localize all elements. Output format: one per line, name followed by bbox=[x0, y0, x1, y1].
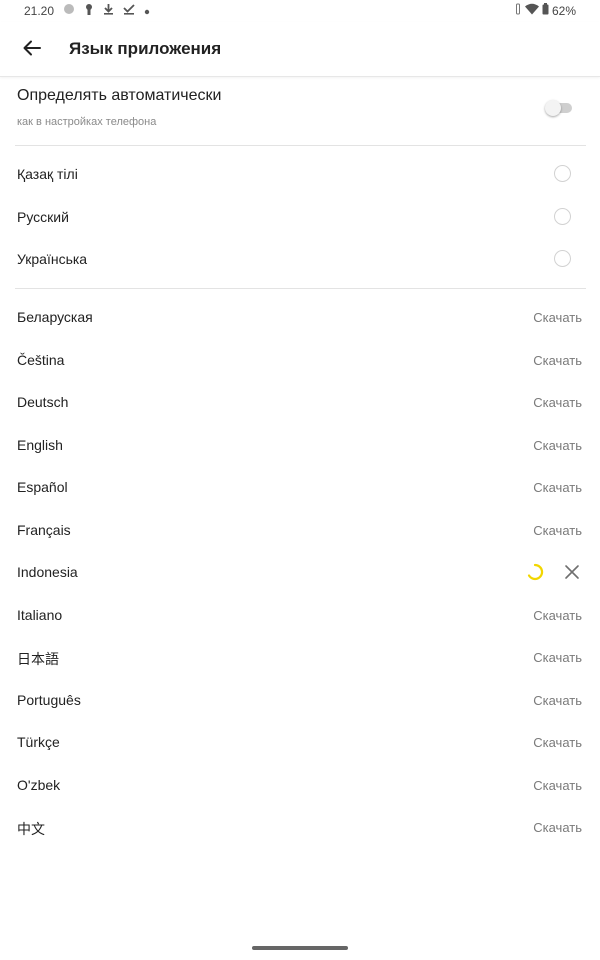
language-row[interactable]: English Скачать bbox=[0, 426, 600, 466]
gesture-nav-bar[interactable] bbox=[252, 946, 348, 950]
language-row[interactable]: Français Скачать bbox=[0, 511, 600, 551]
check-icon bbox=[123, 3, 135, 18]
back-button[interactable] bbox=[20, 36, 44, 60]
download-button[interactable]: Скачать bbox=[533, 820, 582, 835]
language-label: Français bbox=[17, 521, 71, 538]
download-button[interactable]: Скачать bbox=[533, 650, 582, 665]
language-row[interactable]: Español Скачать bbox=[0, 468, 600, 508]
app-bar: Язык приложения bbox=[0, 22, 600, 77]
language-label: 中文 bbox=[17, 821, 45, 837]
auto-detect-subtitle: как в настройках телефона bbox=[17, 116, 157, 128]
language-row[interactable]: Қазақ тілі bbox=[0, 155, 600, 195]
lock-icon bbox=[84, 3, 94, 18]
status-bar: 21.20 62% bbox=[0, 0, 600, 22]
language-row[interactable]: Italiano Скачать bbox=[0, 596, 600, 636]
language-row[interactable]: Türkçe Скачать bbox=[0, 723, 600, 763]
notification-icon bbox=[63, 3, 75, 18]
download-button[interactable]: Скачать bbox=[533, 353, 582, 368]
download-button[interactable]: Скачать bbox=[533, 480, 582, 495]
download-button[interactable]: Скачать bbox=[533, 310, 582, 325]
language-radio[interactable] bbox=[554, 250, 571, 267]
language-label: English bbox=[17, 436, 63, 453]
divider bbox=[15, 145, 586, 146]
battery-icon bbox=[542, 3, 549, 18]
language-row[interactable]: O'zbek Скачать bbox=[0, 766, 600, 806]
language-label: Русский bbox=[17, 208, 69, 225]
language-label: 日本語 bbox=[17, 651, 59, 667]
language-label: Қазақ тілі bbox=[17, 166, 78, 182]
vibrate-icon bbox=[515, 3, 521, 18]
auto-detect-row[interactable]: Определять автоматически как в настройка… bbox=[0, 78, 600, 144]
download-button[interactable]: Скачать bbox=[533, 693, 582, 708]
auto-detect-title: Определять автоматически bbox=[17, 87, 222, 104]
toggle-thumb bbox=[545, 100, 561, 116]
download-button[interactable]: Скачать bbox=[533, 395, 582, 410]
language-row[interactable]: Русский bbox=[0, 198, 600, 238]
download-button[interactable]: Скачать bbox=[533, 778, 582, 793]
language-label: Türkçe bbox=[17, 734, 60, 750]
divider bbox=[15, 288, 586, 289]
language-row[interactable]: Українська bbox=[0, 240, 600, 280]
language-radio[interactable] bbox=[554, 165, 571, 182]
language-row[interactable]: 中文 Скачать bbox=[0, 808, 600, 848]
arrow-left-icon bbox=[23, 40, 41, 56]
language-label: Português bbox=[17, 691, 81, 708]
language-label: Deutsch bbox=[17, 394, 69, 410]
language-row[interactable]: 日本語 Скачать bbox=[0, 638, 600, 678]
download-button[interactable]: Скачать bbox=[533, 608, 582, 623]
language-label: Indonesia bbox=[17, 564, 78, 580]
wifi-icon bbox=[524, 3, 539, 18]
language-label: Italiano bbox=[17, 606, 63, 623]
download-button[interactable]: Скачать bbox=[533, 438, 582, 453]
loading-spinner-icon bbox=[527, 563, 544, 581]
language-label: Українська bbox=[17, 251, 88, 267]
battery-percent: 62% bbox=[551, 3, 576, 18]
status-time: 21.20 bbox=[24, 3, 55, 18]
dot-icon bbox=[144, 4, 150, 18]
download-button[interactable]: Скачать bbox=[533, 735, 582, 750]
language-row[interactable]: Беларуская Скачать bbox=[0, 298, 600, 338]
download-icon bbox=[103, 3, 114, 18]
language-row[interactable]: Indonesia bbox=[0, 553, 600, 593]
language-row[interactable]: Čeština Скачать bbox=[0, 341, 600, 381]
language-row[interactable]: Português Скачать bbox=[0, 681, 600, 721]
language-radio[interactable] bbox=[554, 207, 571, 225]
page-title: Язык приложения bbox=[69, 39, 222, 58]
auto-detect-toggle[interactable] bbox=[545, 100, 573, 116]
language-label: O'zbek bbox=[17, 776, 61, 793]
language-label: Español bbox=[17, 479, 68, 495]
language-row[interactable]: Deutsch Скачать bbox=[0, 383, 600, 423]
language-label: Čeština bbox=[17, 351, 65, 368]
cancel-download-icon[interactable] bbox=[563, 563, 581, 581]
language-label: Беларуская bbox=[17, 309, 93, 325]
download-button[interactable]: Скачать bbox=[533, 523, 582, 538]
